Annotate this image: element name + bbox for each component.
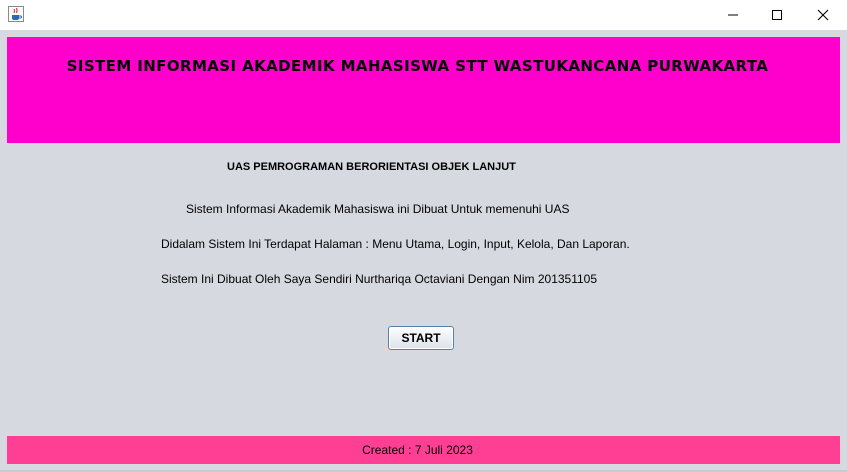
info-line-author: Sistem Ini Dibuat Oleh Saya Sendiri Nurt…	[161, 272, 598, 286]
footer-banner: Created : 7 Juli 2023	[7, 436, 840, 464]
window-titlebar[interactable]	[0, 0, 847, 30]
footer-created-text: Created : 7 Juli 2023	[362, 443, 473, 457]
maximize-icon	[772, 10, 782, 20]
minimize-icon	[728, 14, 738, 16]
info-line-pages: Didalam Sistem Ini Terdapat Halaman : Me…	[161, 237, 630, 251]
java-cup-icon	[8, 6, 24, 22]
close-button[interactable]	[800, 0, 846, 30]
info-line-purpose: Sistem Informasi Akademik Mahasiswa ini …	[186, 202, 570, 216]
header-title: SISTEM INFORMASI AKADEMIK MAHASISWA STT …	[66, 57, 769, 75]
page-subtitle: UAS PEMROGRAMAN BERORIENTASI OBJEK LANJU…	[227, 161, 516, 173]
header-banner: SISTEM INFORMASI AKADEMIK MAHASISWA STT …	[7, 37, 840, 143]
window-content: SISTEM INFORMASI AKADEMIK MAHASISWA STT …	[0, 30, 847, 472]
close-icon	[817, 9, 829, 21]
start-button[interactable]: START	[388, 326, 454, 350]
minimize-button[interactable]	[710, 0, 756, 30]
maximize-button[interactable]	[754, 0, 800, 30]
